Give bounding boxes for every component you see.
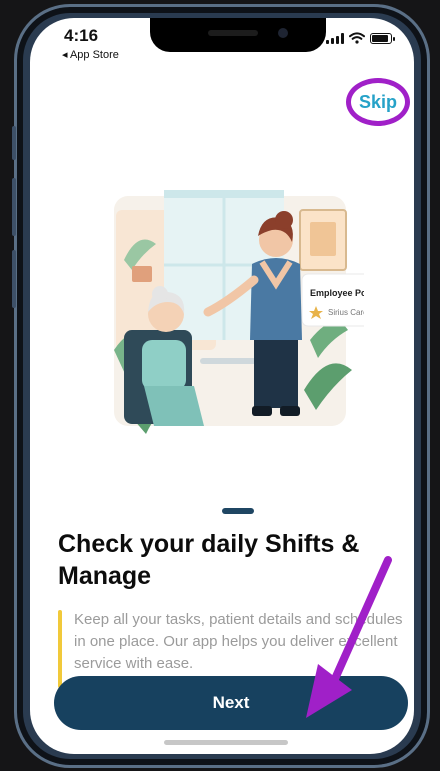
portal-card-title: Employee Portal [310, 288, 364, 298]
battery-level [372, 34, 389, 42]
home-indicator[interactable] [164, 740, 288, 745]
screenshot: 4:16 ◂ App Store Skip Employee Po Sirius… [0, 0, 440, 771]
back-to-app-store-link[interactable]: ◂ App Store [62, 48, 119, 61]
signal-icon [326, 32, 344, 44]
notch [150, 18, 326, 52]
status-time: 4:16 [64, 26, 99, 45]
description-accent-bar [58, 610, 62, 688]
volume-up-button [12, 178, 16, 236]
skip-button[interactable]: Skip [346, 78, 410, 126]
speaker [208, 30, 258, 36]
onboarding-title: Check your daily Shifts & Manage [58, 530, 360, 590]
battery-icon [370, 32, 395, 44]
phone-screen: 4:16 ◂ App Store Skip Employee Po Sirius… [30, 18, 414, 754]
portal-card-subtitle: Sirius Care [328, 308, 364, 317]
page-indicator [222, 508, 254, 514]
mute-switch [12, 126, 16, 160]
status-icons [326, 32, 395, 44]
onboarding-illustration: Employee Portal Sirius Care [114, 190, 364, 434]
front-camera [278, 28, 288, 38]
next-button[interactable]: Next [54, 676, 408, 730]
onboarding-description: Keep all your tasks, patient details and… [74, 611, 403, 672]
volume-down-button [12, 250, 16, 308]
wifi-icon [349, 32, 365, 44]
